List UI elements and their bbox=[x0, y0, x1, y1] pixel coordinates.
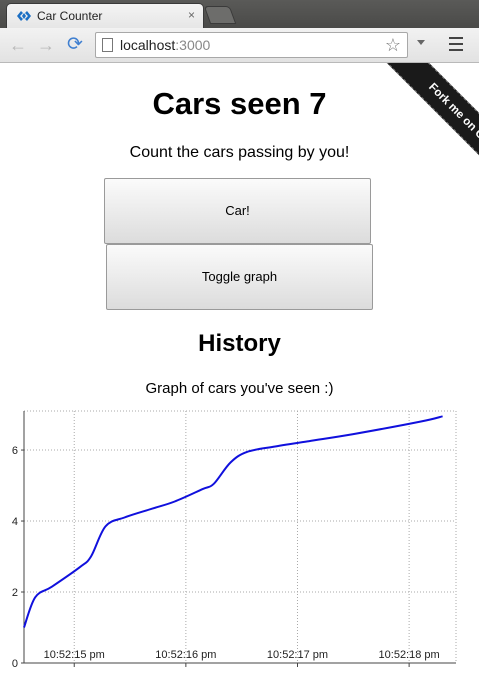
reload-icon[interactable]: ⟳ bbox=[64, 34, 86, 56]
y-tick-label: 0 bbox=[12, 658, 18, 670]
close-tab-icon[interactable]: × bbox=[188, 8, 195, 22]
new-tab-button[interactable] bbox=[203, 6, 237, 24]
address-bar[interactable]: localhost:3000 ☆ bbox=[95, 32, 408, 58]
history-chart: 0 2 4 6 10:52:15 pm 10:52:16 pm 10:52:17 pm 10:… bbox=[12, 410, 457, 670]
ribbon-label[interactable]: Fork me on GitHub bbox=[385, 63, 479, 203]
page-icon bbox=[102, 38, 113, 52]
forward-icon[interactable]: → bbox=[35, 34, 57, 56]
x-tick-label: 10:52:18 pm bbox=[379, 649, 440, 661]
bookmark-star-icon[interactable]: ☆ bbox=[385, 35, 401, 56]
browser-toolbar: ← → ⟳ localhost:3000 ☆ bbox=[0, 28, 479, 63]
car-button[interactable]: Car! bbox=[104, 178, 371, 244]
page-content: Fork me on GitHub Cars seen 7 Count the … bbox=[0, 63, 479, 673]
url-text: localhost:3000 bbox=[120, 37, 210, 53]
page-title: Cars seen 7 bbox=[152, 86, 327, 121]
back-icon[interactable]: ← bbox=[7, 34, 29, 56]
tab-title: Car Counter bbox=[37, 9, 103, 23]
browser-tab[interactable]: Car Counter × bbox=[6, 3, 204, 28]
x-tick-label: 10:52:15 pm bbox=[44, 649, 105, 661]
url-port: :3000 bbox=[175, 37, 211, 53]
page-subtitle: Count the cars passing by you! bbox=[129, 144, 350, 161]
x-tick-label: 10:52:16 pm bbox=[155, 649, 216, 661]
series-line bbox=[23, 415, 443, 628]
y-tick-label: 6 bbox=[12, 445, 18, 457]
y-tick-label: 2 bbox=[12, 587, 18, 599]
tab-strip: Car Counter × bbox=[0, 0, 479, 28]
toggle-graph-button[interactable]: Toggle graph bbox=[106, 244, 373, 310]
history-subtitle: Graph of cars you've seen :) bbox=[145, 380, 334, 397]
url-host: localhost bbox=[120, 37, 176, 53]
x-tick-label: 10:52:17 pm bbox=[267, 649, 328, 661]
favicon-icon bbox=[17, 11, 31, 21]
menu-icon[interactable] bbox=[449, 37, 463, 51]
chevron-down-icon[interactable] bbox=[417, 40, 425, 45]
history-title: History bbox=[198, 330, 281, 357]
y-tick-label: 4 bbox=[12, 516, 18, 528]
